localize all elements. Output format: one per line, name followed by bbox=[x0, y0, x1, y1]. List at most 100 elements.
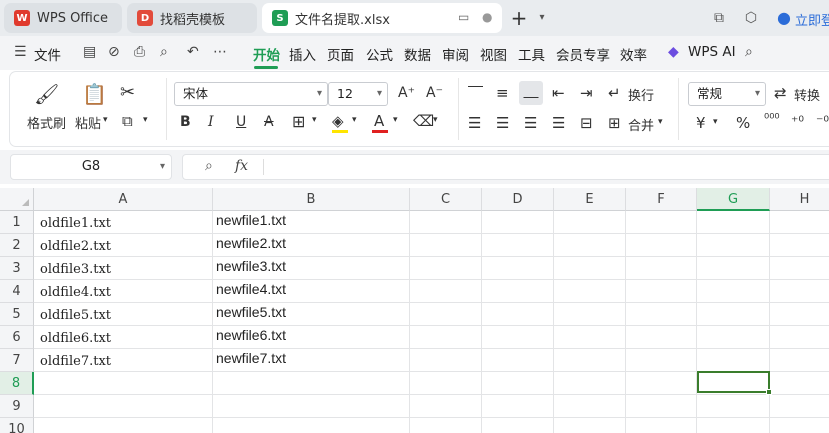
cell-h6[interactable] bbox=[770, 326, 829, 349]
search-icon[interactable]: ⌕ bbox=[745, 44, 753, 60]
cell-d10[interactable] bbox=[482, 418, 554, 433]
menu-file[interactable]: 文件 bbox=[34, 44, 61, 64]
row-header-4[interactable]: 4 bbox=[0, 280, 34, 303]
copy-icon[interactable]: ⧉ bbox=[122, 112, 133, 130]
format-painter-icon[interactable]: 🖌 bbox=[34, 82, 59, 106]
cell-g2[interactable] bbox=[697, 234, 770, 257]
more-icon[interactable]: ⋯ bbox=[213, 44, 227, 60]
cell-c4[interactable] bbox=[410, 280, 482, 303]
dot-icon[interactable]: ● bbox=[482, 10, 492, 24]
menu-tools[interactable]: 工具 bbox=[518, 44, 545, 64]
align-top-icon[interactable]: ⎺ bbox=[468, 84, 483, 102]
cell-e7[interactable] bbox=[554, 349, 626, 372]
cell-a6[interactable]: oldfile6.txt bbox=[34, 326, 213, 349]
cell-c8[interactable] bbox=[410, 372, 482, 395]
share-icon[interactable]: ⊘ bbox=[108, 44, 120, 60]
menu-wps-ai[interactable]: WPS AI bbox=[688, 44, 736, 60]
select-all-corner[interactable] bbox=[0, 188, 34, 211]
thousands-icon[interactable]: ⁰⁰⁰ bbox=[764, 112, 780, 127]
cell-f3[interactable] bbox=[626, 257, 697, 280]
menu-formulas[interactable]: 公式 bbox=[366, 44, 393, 64]
cut-icon[interactable]: ✂ bbox=[120, 82, 135, 103]
menu-insert[interactable]: 插入 bbox=[289, 44, 316, 64]
cell-c9[interactable] bbox=[410, 395, 482, 418]
format-painter-label[interactable]: 格式刷 bbox=[27, 113, 66, 132]
column-header-g[interactable]: G bbox=[697, 188, 770, 211]
font-name-select[interactable]: 宋体 ▾ bbox=[174, 82, 328, 106]
menu-page[interactable]: 页面 bbox=[327, 44, 354, 64]
cell-e9[interactable] bbox=[554, 395, 626, 418]
chevron-down-icon[interactable]: ▾ bbox=[433, 115, 438, 125]
cell-h10[interactable] bbox=[770, 418, 829, 433]
cell-b7[interactable]: newfile7.txt bbox=[213, 349, 410, 372]
cell-b5[interactable]: newfile5.txt bbox=[213, 303, 410, 326]
cell-d7[interactable] bbox=[482, 349, 554, 372]
font-size-select[interactable]: 12 ▾ bbox=[328, 82, 388, 106]
underline-icon[interactable]: U bbox=[236, 114, 246, 130]
copy-chevron-icon[interactable]: ▾ bbox=[143, 115, 148, 125]
cell-f2[interactable] bbox=[626, 234, 697, 257]
merge-icon[interactable]: ⊞ bbox=[608, 114, 621, 132]
cell-a7[interactable]: oldfile7.txt bbox=[34, 349, 213, 372]
column-header-e[interactable]: E bbox=[554, 188, 626, 211]
row-header-2[interactable]: 2 bbox=[0, 234, 34, 257]
menu-data[interactable]: 数据 bbox=[404, 44, 431, 64]
cell-a9[interactable] bbox=[34, 395, 213, 418]
wrap-text-icon[interactable]: ↵ bbox=[608, 84, 621, 102]
paste-label[interactable]: 粘贴 bbox=[75, 113, 101, 132]
cell-d5[interactable] bbox=[482, 303, 554, 326]
increase-indent-icon[interactable]: ⇥ bbox=[580, 84, 593, 102]
cell-e4[interactable] bbox=[554, 280, 626, 303]
menu-home[interactable]: 开始 bbox=[253, 44, 280, 64]
row-header-10[interactable]: 10 bbox=[0, 418, 34, 433]
cell-b4[interactable]: newfile4.txt bbox=[213, 280, 410, 303]
hamburger-icon[interactable]: ☰ bbox=[14, 44, 27, 60]
cell-g9[interactable] bbox=[697, 395, 770, 418]
window-icon[interactable]: ⧉ bbox=[710, 9, 728, 27]
chevron-down-icon[interactable]: ▾ bbox=[713, 117, 718, 127]
cell-d9[interactable] bbox=[482, 395, 554, 418]
align-left-icon[interactable]: ☰ bbox=[468, 114, 481, 132]
zoom-icon[interactable]: ⌕ bbox=[205, 158, 213, 174]
cell-e1[interactable] bbox=[554, 211, 626, 234]
chevron-down-icon[interactable]: ▾ bbox=[658, 117, 663, 127]
cell-c5[interactable] bbox=[410, 303, 482, 326]
cell-d2[interactable] bbox=[482, 234, 554, 257]
eraser-icon[interactable]: ⌫ bbox=[413, 112, 434, 130]
cell-f6[interactable] bbox=[626, 326, 697, 349]
fill-color-icon[interactable]: ◈ bbox=[332, 112, 344, 130]
align-middle-icon[interactable]: ≡ bbox=[496, 84, 509, 102]
row-header-6[interactable]: 6 bbox=[0, 326, 34, 349]
cell-h8[interactable] bbox=[770, 372, 829, 395]
monitor-icon[interactable]: ▭ bbox=[458, 10, 469, 24]
cell-e5[interactable] bbox=[554, 303, 626, 326]
cell-f1[interactable] bbox=[626, 211, 697, 234]
cell-b2[interactable]: newfile2.txt bbox=[213, 234, 410, 257]
cell-d4[interactable] bbox=[482, 280, 554, 303]
chevron-down-icon[interactable]: ▾ bbox=[393, 115, 398, 125]
cell-a4[interactable]: oldfile4.txt bbox=[34, 280, 213, 303]
font-color-icon[interactable]: A bbox=[374, 112, 384, 130]
preview-icon[interactable]: ⌕ bbox=[160, 44, 168, 60]
function-icon[interactable]: fx bbox=[235, 158, 248, 174]
borders-icon[interactable]: ⊞ bbox=[292, 112, 305, 131]
cell-c10[interactable] bbox=[410, 418, 482, 433]
cell-h2[interactable] bbox=[770, 234, 829, 257]
cell-b8[interactable] bbox=[213, 372, 410, 395]
italic-icon[interactable]: I bbox=[208, 114, 214, 130]
decimal-decrease-icon[interactable]: ⁻⁰ bbox=[816, 114, 829, 130]
cell-c3[interactable] bbox=[410, 257, 482, 280]
cell-f9[interactable] bbox=[626, 395, 697, 418]
cell-b3[interactable]: newfile3.txt bbox=[213, 257, 410, 280]
cell-f4[interactable] bbox=[626, 280, 697, 303]
cell-a5[interactable]: oldfile5.txt bbox=[34, 303, 213, 326]
wps-ai-icon[interactable]: ◆ bbox=[668, 44, 679, 60]
cell-g6[interactable] bbox=[697, 326, 770, 349]
cell-e3[interactable] bbox=[554, 257, 626, 280]
cell-h7[interactable] bbox=[770, 349, 829, 372]
column-header-a[interactable]: A bbox=[34, 188, 213, 211]
merge-label[interactable]: 合并 bbox=[628, 115, 654, 134]
row-header-7[interactable]: 7 bbox=[0, 349, 34, 372]
cell-f7[interactable] bbox=[626, 349, 697, 372]
new-tab-icon[interactable]: + bbox=[510, 8, 528, 28]
